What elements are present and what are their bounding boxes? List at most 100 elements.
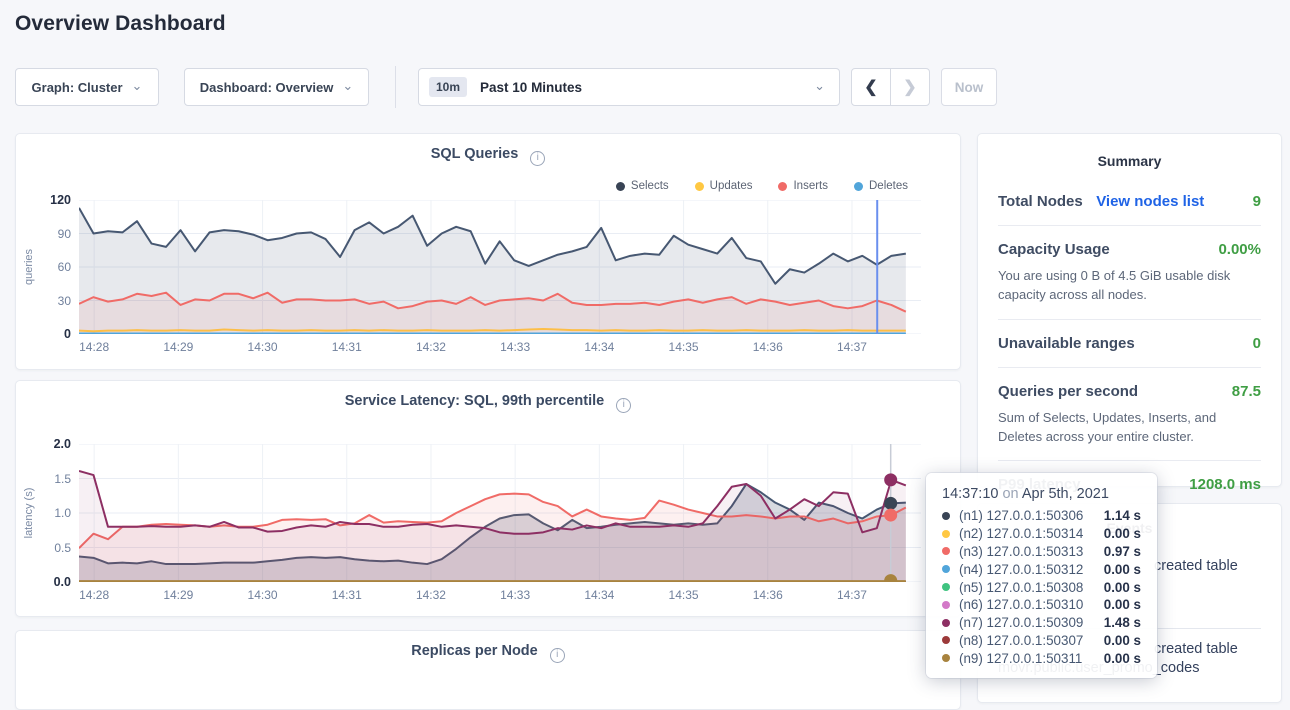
summary-value: 0.00%	[1218, 241, 1261, 258]
info-icon[interactable]: i	[530, 151, 545, 166]
x-axis-tick: 14:34	[576, 588, 622, 602]
summary-row-unavailable-ranges: Unavailable ranges 0	[998, 320, 1261, 368]
legend-dot	[854, 182, 863, 191]
y-axis-tick: 0.0	[29, 575, 71, 589]
chevron-down-icon: ⌄	[814, 78, 825, 94]
chart-svg	[79, 200, 921, 334]
x-axis-tick: 14:30	[240, 588, 286, 602]
legend-item-selects[interactable]: Selects	[616, 180, 669, 192]
graph-dropdown-label: Graph: Cluster	[32, 80, 123, 95]
dashboard-dropdown-label: Dashboard: Overview	[200, 80, 334, 95]
now-button[interactable]: Now	[941, 68, 997, 106]
tooltip-node-label: (n9) 127.0.0.1:50311	[959, 651, 1082, 666]
summary-body: Total Nodes View nodes list 9 Capacity U…	[978, 178, 1281, 508]
tooltip-rows: (n1) 127.0.0.1:503061.14 s(n2) 127.0.0.1…	[942, 507, 1141, 667]
x-axis-tick: 14:29	[155, 588, 201, 602]
event-item[interactable]: created table	[1154, 558, 1238, 574]
time-prev-button[interactable]: ❮	[851, 68, 891, 106]
summary-label: Total Nodes	[998, 193, 1083, 210]
chevron-left-icon: ❮	[864, 77, 877, 97]
crosshair-dot	[884, 473, 897, 486]
chart-title: Replicas per Node	[411, 643, 538, 659]
series-color-dot	[942, 654, 950, 662]
sql-queries-card: SQL Queries i Selects Updates Inserts Delet…	[15, 133, 961, 370]
series-color-dot	[942, 547, 950, 555]
dashboard-dropdown[interactable]: Dashboard: Overview ⌄	[184, 68, 369, 106]
legend-label: Selects	[631, 180, 669, 192]
tooltip-node-value: 0.00 s	[1104, 526, 1141, 541]
x-axis-tick: 14:33	[492, 340, 538, 354]
service-latency-plot[interactable]	[79, 444, 921, 582]
legend-dot	[616, 182, 625, 191]
summary-label: Unavailable ranges	[998, 335, 1135, 352]
x-axis-tick: 14:35	[661, 340, 707, 354]
x-axis-tick: 14:34	[576, 340, 622, 354]
y-axis-unit-label: latency (s)	[23, 488, 35, 539]
summary-description: Sum of Selects, Updates, Inserts, and De…	[998, 409, 1261, 447]
summary-label: Capacity Usage	[998, 241, 1110, 258]
tooltip-timestamp: 14:37:10 on Apr 5th, 2021	[942, 486, 1141, 502]
chart-title-row: Service Latency: SQL, 99th percentile i	[16, 393, 960, 413]
time-next-button[interactable]: ❯	[890, 68, 930, 106]
x-axis-tick: 14:30	[240, 340, 286, 354]
series-color-dot	[942, 565, 950, 573]
tooltip-conj: on	[1002, 486, 1021, 502]
x-axis-tick: 14:28	[71, 588, 117, 602]
tooltip-node-row: (n3) 127.0.0.1:503130.97 s	[942, 543, 1141, 561]
graph-dropdown[interactable]: Graph: Cluster ⌄	[15, 68, 159, 106]
legend-label: Deletes	[869, 180, 908, 192]
sql-queries-plot[interactable]	[79, 200, 921, 334]
tooltip-node-row: (n9) 127.0.0.1:50311 0.00 s	[942, 649, 1141, 667]
x-axis-tick: 14:36	[745, 588, 791, 602]
time-range-dropdown[interactable]: 10m Past 10 Minutes ⌄	[418, 68, 840, 106]
tooltip-node-row: (n2) 127.0.0.1:503140.00 s	[942, 525, 1141, 543]
tooltip-node-value: 1.48 s	[1104, 615, 1141, 630]
y-axis-tick: 2.0	[29, 437, 71, 451]
x-axis-tick: 14:37	[829, 340, 875, 354]
tooltip-node-label: (n4) 127.0.0.1:50312	[959, 562, 1083, 577]
series-color-dot	[942, 530, 950, 538]
x-axis-tick: 14:29	[155, 340, 201, 354]
y-axis-tick: 60	[29, 260, 71, 274]
y-axis-tick: 30	[29, 294, 71, 308]
summary-row-total-nodes: Total Nodes View nodes list 9	[998, 178, 1261, 226]
tooltip-node-row: (n7) 127.0.0.1:50309 1.48 s	[942, 614, 1141, 632]
legend-item-updates[interactable]: Updates	[695, 180, 753, 192]
legend-item-deletes[interactable]: Deletes	[854, 180, 908, 192]
legend-dot	[778, 182, 787, 191]
y-axis-tick: 0	[29, 327, 71, 341]
tooltip-node-label: (n8) 127.0.0.1:50307	[959, 633, 1083, 648]
time-range-badge: 10m	[429, 77, 467, 97]
y-axis-tick: 1.5	[29, 472, 71, 486]
info-icon[interactable]: i	[550, 648, 565, 663]
series-color-dot	[942, 619, 950, 627]
time-range-label: Past 10 Minutes	[480, 80, 582, 95]
chart-title-row: SQL Queries i	[16, 146, 960, 166]
tooltip-node-label: (n7) 127.0.0.1:50309	[959, 615, 1083, 630]
summary-value: 1208.0 ms	[1189, 476, 1261, 493]
event-item[interactable]: created table	[1154, 641, 1238, 657]
summary-title: Summary	[978, 153, 1281, 169]
series-color-dot	[942, 583, 950, 591]
summary-description: You are using 0 B of 4.5 GiB usable disk…	[998, 267, 1261, 305]
page-title: Overview Dashboard	[15, 12, 226, 36]
summary-value: 0	[1253, 335, 1261, 352]
info-icon[interactable]: i	[616, 398, 631, 413]
tooltip-node-row: (n1) 127.0.0.1:503061.14 s	[942, 507, 1141, 525]
crosshair-dot	[884, 509, 897, 522]
summary-label: Queries per second	[998, 383, 1138, 400]
time-nav-group: ❮ ❯	[851, 68, 930, 106]
legend-label: Inserts	[793, 180, 828, 192]
tooltip-node-value: 0.00 s	[1104, 651, 1141, 666]
summary-panel: Summary Total Nodes View nodes list 9 Ca…	[977, 133, 1282, 487]
replicas-per-node-card: Replicas per Node i	[15, 630, 961, 710]
tooltip-node-value: 1.14 s	[1104, 508, 1141, 523]
crosshair-dot	[884, 497, 897, 510]
view-nodes-list-link[interactable]: View nodes list	[1096, 193, 1204, 210]
chevron-down-icon: ⌄	[342, 78, 353, 94]
chart-title: SQL Queries	[431, 146, 519, 162]
series-color-dot	[942, 636, 950, 644]
legend-item-inserts[interactable]: Inserts	[778, 180, 828, 192]
chevron-right-icon: ❯	[903, 77, 916, 97]
tooltip-node-label: (n3) 127.0.0.1:50313	[959, 544, 1083, 559]
